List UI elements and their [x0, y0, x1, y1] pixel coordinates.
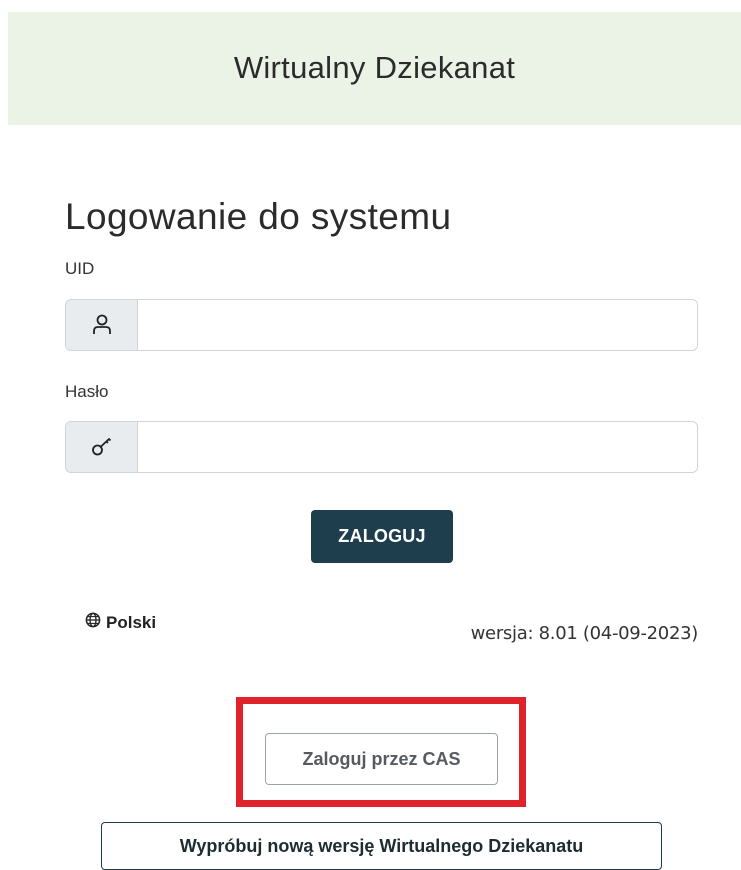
cas-login-button[interactable]: Zaloguj przez CAS — [265, 733, 498, 785]
key-icon — [66, 422, 138, 472]
uid-input-group — [65, 299, 698, 351]
uid-input[interactable] — [138, 300, 697, 350]
version-text: wersja: 8.01 (04-09-2023) — [470, 623, 699, 644]
try-new-version-button[interactable]: Wypróbuj nową wersję Wirtualnego Dziekan… — [101, 822, 662, 870]
language-label: Polski — [106, 612, 157, 632]
app-title: Wirtualny Dziekanat — [233, 49, 516, 85]
login-button[interactable]: ZALOGUJ — [311, 510, 453, 563]
password-input[interactable] — [138, 422, 697, 472]
login-heading: Logowanie do systemu — [65, 196, 452, 237]
uid-label: UID — [65, 259, 95, 278]
user-icon — [66, 300, 138, 350]
password-label: Hasło — [65, 382, 109, 401]
globe-icon — [85, 612, 101, 633]
language-selector[interactable]: Polski — [85, 612, 156, 633]
header-banner: Wirtualny Dziekanat — [8, 12, 741, 125]
password-input-group — [65, 421, 698, 473]
